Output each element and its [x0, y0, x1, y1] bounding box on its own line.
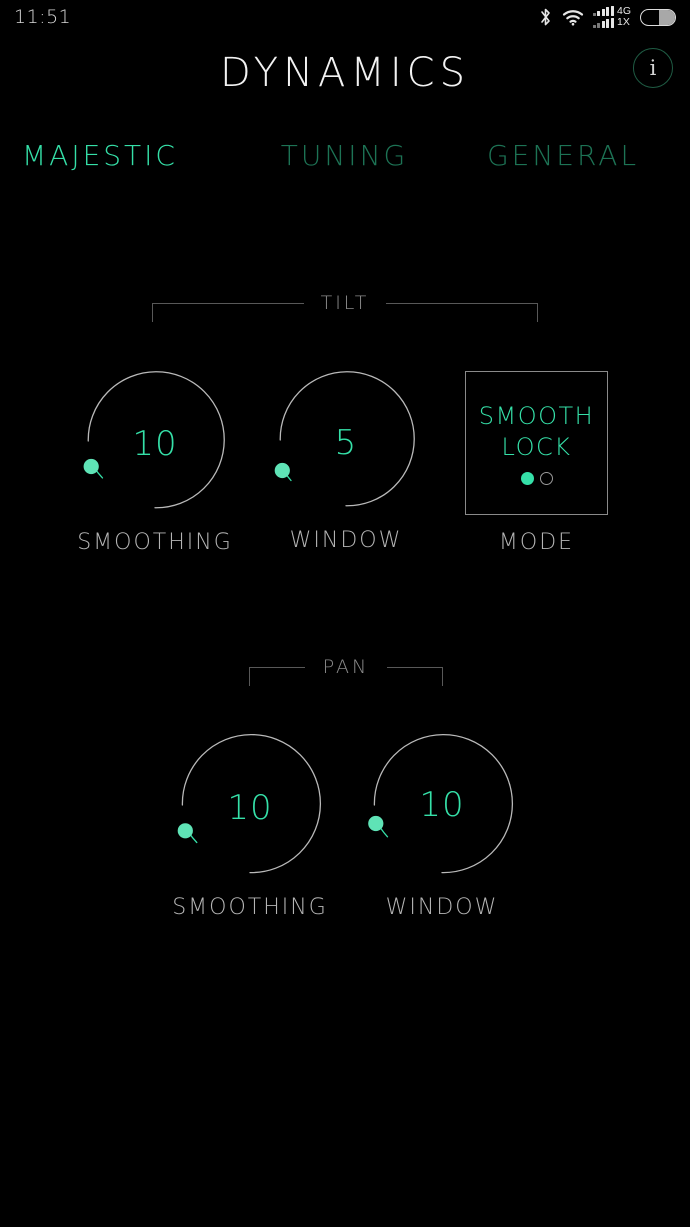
- mode-line-1: SMOOTH: [478, 402, 595, 430]
- signal-bars-sim1: [592, 6, 614, 16]
- page-title: DYNAMICS: [220, 50, 470, 96]
- mode-line-2: LOCK: [501, 433, 572, 461]
- signal-bars-sim2: [592, 18, 614, 28]
- mode-dot-inactive[interactable]: [539, 472, 553, 485]
- knob-label-pan-window: WINDOW: [385, 895, 499, 920]
- knob-handle: [274, 462, 290, 479]
- wifi-icon: [562, 10, 584, 26]
- group-label-tilt: TILT: [320, 292, 370, 314]
- signal-indicator: 4G 1X: [592, 6, 631, 28]
- knob-label-pan-smoothing: SMOOTHING: [172, 895, 328, 920]
- knob-value-tilt-window: 5: [334, 423, 358, 463]
- mode-selector-tilt[interactable]: SMOOTH LOCK: [465, 371, 608, 515]
- mode-dot-active[interactable]: [520, 472, 534, 485]
- knob-tilt-window[interactable]: 5 WINDOW: [274, 371, 415, 553]
- tab-tuning[interactable]: TUNING: [237, 139, 452, 172]
- knob-pan-smoothing[interactable]: 10 SMOOTHING: [172, 733, 326, 920]
- group-bracket-pan: PAN: [249, 656, 443, 686]
- group-bracket-tilt: TILT: [152, 292, 538, 322]
- status-bar: 11:51 4G 1X: [0, 0, 690, 34]
- knob-tilt-smoothing[interactable]: 10 SMOOTHING: [77, 371, 231, 555]
- knob-value-pan-smoothing: 10: [227, 788, 273, 828]
- status-clock: 11:51: [14, 6, 72, 28]
- bluetooth-icon: [541, 8, 550, 26]
- knob-pan-window[interactable]: 10 WINDOW: [368, 733, 514, 920]
- title-bar: DYNAMICS i: [0, 34, 690, 120]
- knob-label-tilt-smoothing: SMOOTHING: [77, 530, 233, 555]
- mode-page-dots: [520, 472, 553, 485]
- info-icon[interactable]: i: [633, 48, 673, 88]
- knob-value-tilt-smoothing: 10: [132, 424, 178, 464]
- status-icons: 4G 1X: [538, 6, 676, 28]
- knob-label-tilt-window: WINDOW: [289, 528, 403, 553]
- knob-value-pan-window: 10: [419, 785, 465, 825]
- tab-majestic[interactable]: MAJESTIC: [0, 139, 237, 172]
- group-label-pan: PAN: [322, 656, 370, 678]
- tab-general[interactable]: GENERAL: [452, 139, 690, 172]
- battery-icon: [640, 8, 676, 26]
- mode-label-tilt: MODE: [498, 530, 575, 555]
- tab-bar: MAJESTIC TUNING GENERAL: [0, 126, 690, 184]
- network-type-secondary: 1X: [616, 16, 630, 28]
